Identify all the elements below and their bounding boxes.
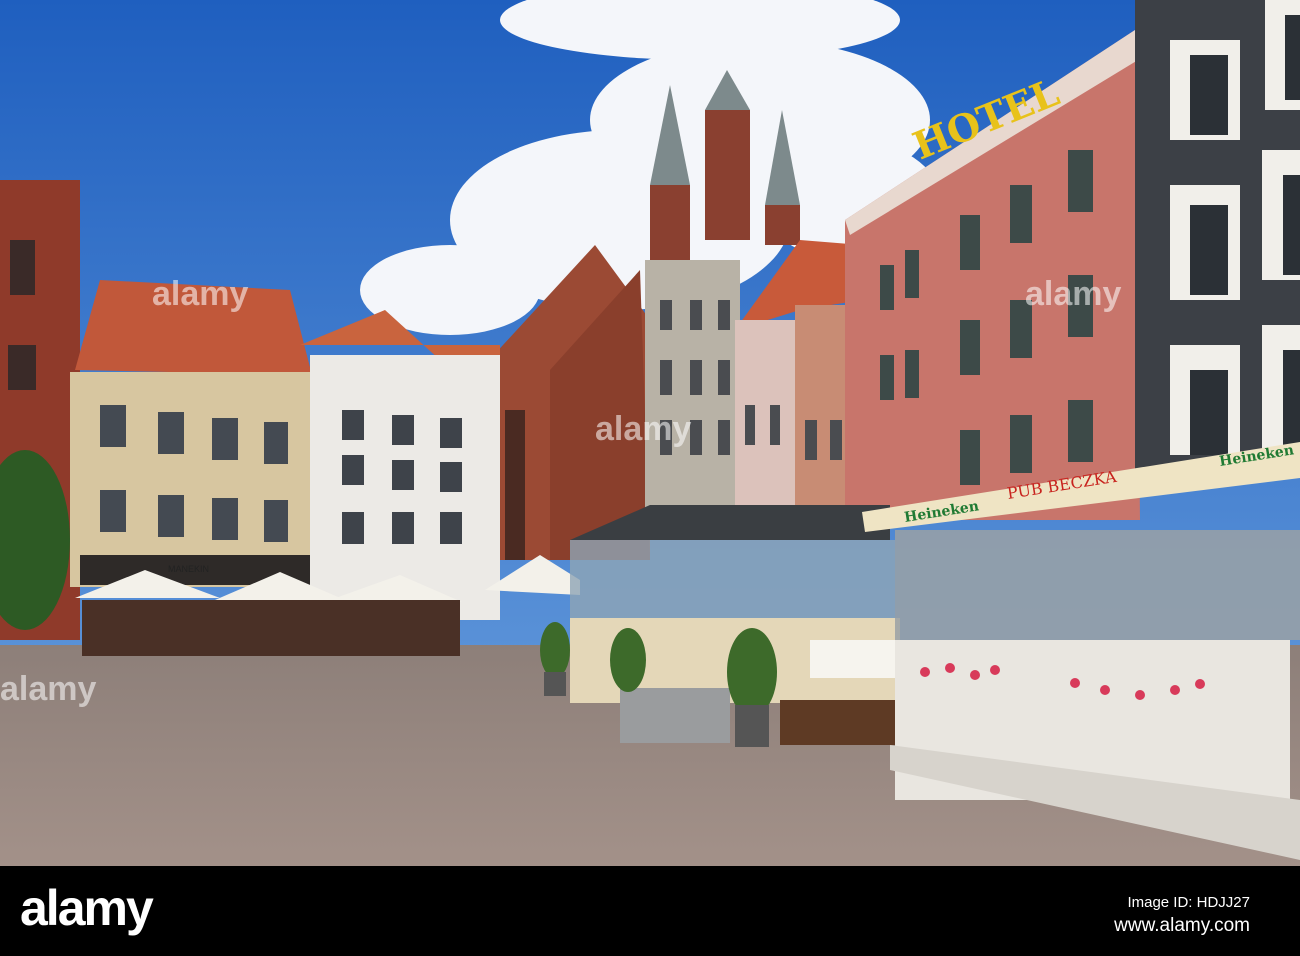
beige-building: MANEKIN [70,280,315,587]
shop-sign: MANEKIN [168,564,209,574]
watermark-text: alamy [595,410,691,448]
watermark-text: alamy [1025,275,1121,313]
image-id: Image ID: HDJJ27 [1127,894,1250,911]
watermark-text: alamy [152,275,248,313]
watermark-text: alamy [0,670,96,708]
footer-logo: alamy [20,880,154,936]
footer-bar [0,866,1300,956]
footer-url: www.alamy.com [1113,915,1250,936]
town-square-photo: MANEKIN HOTEL PUB BECZKA Heineken Heinek… [0,0,1300,956]
grey-tenement [645,260,740,530]
grey-building-right [1135,0,1300,475]
paving-stones-pallet [620,688,730,743]
white-building [300,310,500,620]
